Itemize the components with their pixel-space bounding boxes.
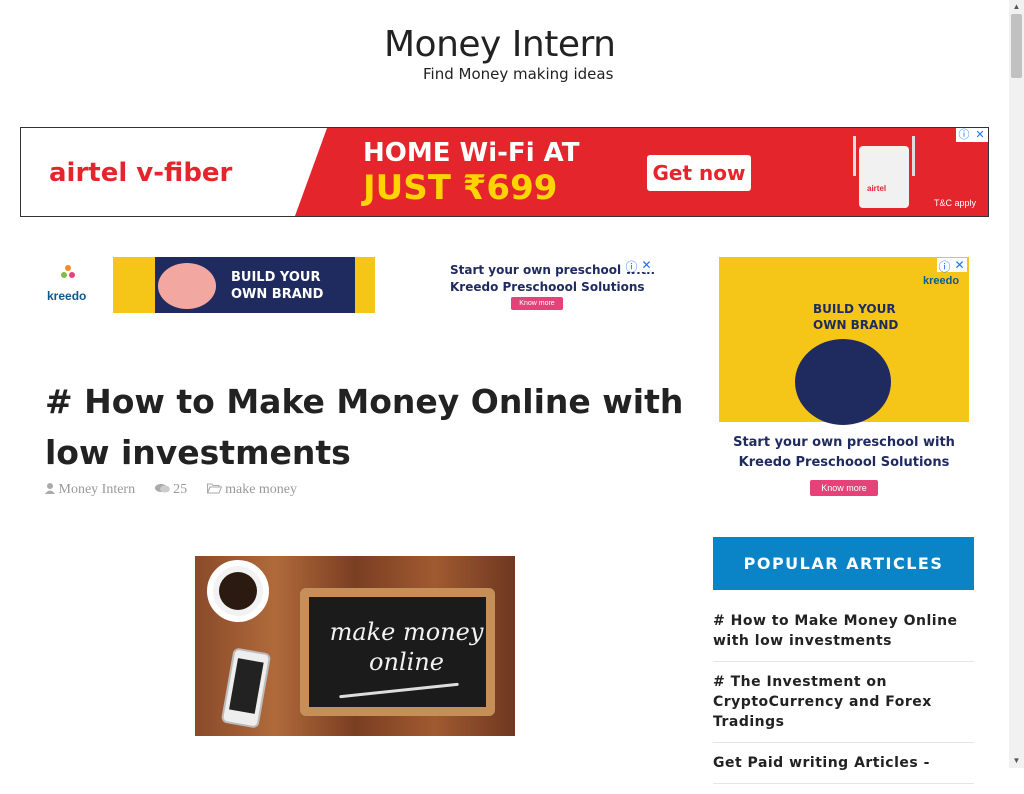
scroll-down-arrow-icon[interactable]: ▼ [1009,754,1024,768]
chalkboard: make money online [300,588,495,716]
know-more-button[interactable]: Know more [511,297,563,310]
adchoices-icon[interactable]: ⓘ [624,258,639,274]
build-line2: OWN BRAND [231,287,324,302]
airtel-brand: airtel v-fiber [49,158,233,188]
child-illustration [158,263,216,309]
sidebar-kreedo-ad[interactable]: kreedo BUILD YOUR OWN BRAND Start your o… [719,257,969,502]
popular-article-link[interactable]: # The Investment on CryptoCurrency and F… [713,672,974,743]
know-more-button[interactable]: Know more [810,480,878,496]
user-icon [45,483,55,494]
get-now-button[interactable]: Get now [647,155,751,191]
ad-controls: ⓘ ✕ [956,128,988,142]
popular-article-link[interactable]: # How to Make Money Online with low inve… [713,611,974,662]
ad-close-icon[interactable]: ✕ [972,128,988,142]
vertical-scrollbar[interactable]: ▲ ▼ [1009,0,1024,768]
ad-close-icon[interactable]: ✕ [639,258,654,272]
comments-count[interactable]: 25 [173,482,187,497]
adchoices-icon[interactable]: ⓘ [937,258,952,274]
smartphone [220,647,272,729]
scrollbar-thumb[interactable] [1011,14,1022,78]
airtel-banner-ad[interactable]: airtel v-fiber HOME Wi-Fi AT JUST ₹699 G… [20,127,989,217]
popular-articles-list: # How to Make Money Online with low inve… [713,611,974,794]
build-line1: BUILD YOUR [231,270,321,285]
popular-articles-heading: POPULAR ARTICLES [713,537,974,590]
popular-article-link[interactable]: Get Paid writing Articles - [713,753,974,784]
kreedo-dots-icon [61,265,75,278]
kreedo-logo: kreedo [923,275,960,287]
kreedo-logo: kreedo [47,289,87,303]
build-brand-text: BUILD YOUR OWN BRAND [231,269,323,303]
build-line1: BUILD YOUR [813,302,896,316]
kreedo-logo-panel: kreedo [45,257,113,313]
site-tagline: Find Money making ideas [423,65,614,83]
chalk-underline [339,682,459,699]
ad-price: JUST ₹699 [363,168,558,208]
comments-icon [154,484,170,493]
ad-headline: HOME Wi-Fi AT [363,138,580,168]
router-logo: airtel [867,184,887,193]
site-title[interactable]: Money Intern [384,24,616,65]
post-category[interactable]: make money [225,482,297,497]
kreedo-ad-controls: ⓘ ✕ [624,258,654,274]
sidebar-ad-controls: ⓘ ✕ [937,258,967,274]
post-title: # How to Make Money Online with low inve… [45,382,684,472]
ad-close-icon[interactable]: ✕ [952,258,967,272]
start-preschool-text: Start your own preschool with Kreedo Pre… [719,433,969,473]
chalk-line1: make money [329,618,484,646]
build-line2: OWN BRAND [813,318,899,332]
start-line2: Kreedo Preschoool Solutions [450,280,645,294]
ad-terms: T&C apply [934,198,977,208]
chalkboard-text: make money online [324,617,489,677]
kreedo-banner-ad[interactable]: kreedo BUILD YOUR OWN BRAND Start your o… [45,257,655,313]
post-meta: Money Intern 25 make money [45,482,301,498]
featured-image: make money online [195,556,515,736]
chalk-line2: online [369,648,444,676]
build-brand-text: BUILD YOUR OWN BRAND [813,301,898,333]
child-illustration [795,339,891,425]
post-author[interactable]: Money Intern [59,482,136,497]
site-logo[interactable]: Money Intern Find Money making ideas [384,24,624,84]
folder-open-icon [206,483,222,494]
router-image: airtel [853,136,915,208]
adchoices-icon[interactable]: ⓘ [956,128,972,142]
coffee [219,572,257,610]
start-line1: Start your own preschool with [733,435,955,450]
scroll-up-arrow-icon[interactable]: ▲ [1009,0,1024,14]
start-line2: Kreedo Preschoool Solutions [738,455,950,470]
